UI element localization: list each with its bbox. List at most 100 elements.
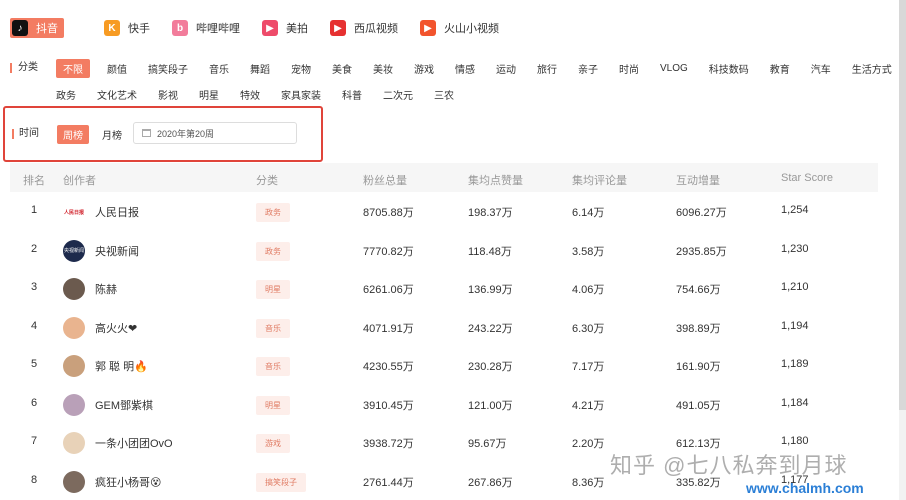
avg-likes: 198.37万: [468, 207, 513, 219]
category-item[interactable]: 汽车: [811, 61, 831, 76]
category-item[interactable]: 亲子: [578, 61, 598, 76]
avg-likes: 121.00万: [468, 399, 513, 412]
platform-tab-douyin[interactable]: ♪ 抖音: [10, 18, 64, 38]
table-row[interactable]: 3 陈赫 明星 6261.06万 136.99万 4.06万 754.66万 1,210: [10, 270, 878, 308]
creator-avatar[interactable]: [63, 278, 85, 300]
category-badge: 明星: [256, 280, 290, 299]
category-item[interactable]: 时尚: [619, 61, 639, 76]
creator-name[interactable]: 央视新闻: [95, 243, 139, 259]
category-item[interactable]: 宠物: [291, 61, 311, 76]
platform-tab-kuaishou[interactable]: K 快手: [104, 20, 150, 36]
table-row[interactable]: 6 GEM鄧紫棋 明星 3910.45万 121.00万 4.21万 491.05万 1,18…: [10, 386, 878, 424]
creator-avatar[interactable]: 人民日报: [63, 201, 85, 223]
site-watermark: www.chalmh.com: [746, 480, 864, 496]
star-score: 1,194: [781, 319, 809, 332]
platform-label: 美拍: [286, 23, 308, 35]
header-avg-comments[interactable]: 集均评论量: [572, 172, 627, 188]
category-item[interactable]: 舞蹈: [250, 61, 270, 76]
creator-name[interactable]: GEM鄧紫棋: [95, 397, 153, 413]
category-badge: 政务: [256, 241, 290, 261]
platform-label: 西瓜视频: [354, 23, 398, 35]
star-score: 1,184: [781, 396, 809, 409]
avg-comments: 3.58万: [572, 245, 605, 258]
creator-avatar[interactable]: [63, 393, 85, 416]
creator-name[interactable]: 疯狂小杨哥😵: [95, 474, 161, 490]
table-row[interactable]: 2 央视新闻 央视新闻 政务 7770.82万 118.48万 3.58万 2935.85万 1…: [10, 232, 878, 270]
platform-tab-huoshan[interactable]: ▶ 火山小视频: [420, 20, 499, 36]
category-item[interactable]: 家具家装: [281, 87, 321, 102]
creator-avatar[interactable]: [63, 316, 85, 339]
category-item[interactable]: 科技数码: [709, 61, 749, 76]
category-item[interactable]: 运动: [496, 61, 516, 76]
category-item[interactable]: 教育: [770, 61, 790, 76]
scrollbar-thumb[interactable]: [899, 0, 906, 410]
category-item[interactable]: 不限: [56, 58, 90, 78]
category-item[interactable]: 情感: [455, 61, 475, 76]
interaction-growth: 161.90万: [676, 361, 721, 373]
header-avg-likes[interactable]: 集均点赞量: [468, 172, 523, 188]
interaction-growth: 754.66万: [676, 284, 721, 296]
category-item[interactable]: 政务: [56, 87, 76, 102]
category-item[interactable]: 音乐: [209, 61, 229, 76]
week-picker[interactable]: 2020年第20周: [133, 122, 297, 144]
table-row[interactable]: 1 人民日报 人民日报 政务 8705.88万 198.37万 6.14万 6096.27万 1…: [10, 193, 878, 231]
creator-name[interactable]: 陈赫: [95, 281, 117, 297]
table-row[interactable]: 5 郭 聪 明🔥 音乐 4230.55万 230.28万 7.17万 161.90万 1,18…: [10, 347, 878, 385]
category-badge: 明星: [256, 395, 290, 415]
creator-name[interactable]: 高火火❤: [95, 320, 137, 336]
fans-total: 3910.45万: [363, 399, 414, 412]
fans-total: 6261.06万: [363, 284, 414, 296]
category-item[interactable]: 二次元: [383, 87, 413, 102]
platform-tabs: ♪ 抖音 K 快手 b 哔哩哔哩 ▶ 美拍 ▶ 西瓜视频 ▶ 火山小视频: [10, 18, 521, 38]
star-score: 1,180: [781, 435, 809, 447]
platform-tab-xigua[interactable]: ▶ 西瓜视频: [330, 20, 398, 36]
rank-number: 2: [31, 242, 38, 255]
category-item[interactable]: 生活方式: [852, 61, 892, 76]
interaction-growth: 2935.85万: [676, 245, 727, 258]
category-item[interactable]: VLOG: [660, 63, 688, 74]
creator-name[interactable]: 郭 聪 明🔥: [95, 358, 148, 374]
category-item[interactable]: 特效: [240, 87, 260, 102]
category-title: 分类: [10, 63, 38, 73]
creator-avatar[interactable]: [63, 432, 85, 454]
platform-tab-bilibili[interactable]: b 哔哩哔哩: [172, 20, 240, 36]
category-item[interactable]: 美食: [332, 61, 352, 76]
avg-comments: 4.21万: [572, 399, 605, 412]
tab-monthly[interactable]: 月榜: [102, 127, 122, 142]
creator-avatar[interactable]: [63, 470, 85, 493]
creator-name[interactable]: 人民日报: [95, 204, 139, 220]
header-interaction-growth[interactable]: 互动增量: [676, 172, 720, 188]
table-row[interactable]: 4 高火火❤ 音乐 4071.91万 243.22万 6.30万 398.89万 1,194: [10, 309, 878, 347]
fans-total: 4071.91万: [363, 322, 414, 335]
category-item[interactable]: 美妆: [373, 61, 393, 76]
fans-total: 4230.55万: [363, 361, 414, 373]
week-picker-value: 2020年第20周: [157, 128, 215, 139]
platform-label: 火山小视频: [444, 23, 499, 35]
avg-comments: 7.17万: [572, 361, 605, 373]
platform-tab-meipai[interactable]: ▶ 美拍: [262, 20, 308, 36]
fans-total: 8705.88万: [363, 207, 414, 219]
creator-name[interactable]: 一条小团团OvO: [95, 435, 173, 451]
header-fans[interactable]: 粉丝总量: [363, 172, 407, 188]
interaction-growth: 6096.27万: [676, 207, 727, 219]
fans-total: 2761.44万: [363, 476, 414, 489]
avg-comments: 6.30万: [572, 322, 605, 335]
header-star-score[interactable]: Star Score: [781, 172, 833, 184]
category-item[interactable]: 三农: [434, 87, 454, 102]
category-item[interactable]: 影视: [158, 87, 178, 102]
platform-label: 快手: [128, 23, 150, 35]
creator-avatar[interactable]: 央视新闻: [63, 239, 85, 262]
category-item[interactable]: 颜值: [107, 61, 127, 76]
category-item[interactable]: 明星: [199, 87, 219, 102]
category-item[interactable]: 游戏: [414, 61, 434, 76]
tab-weekly[interactable]: 周榜: [57, 125, 89, 144]
header-category: 分类: [256, 175, 278, 187]
interaction-growth: 398.89万: [676, 322, 721, 335]
category-item[interactable]: 文化艺术: [97, 87, 137, 102]
rank-number: 3: [31, 281, 38, 293]
bilibili-icon: b: [172, 20, 188, 36]
category-item[interactable]: 搞笑段子: [148, 61, 188, 76]
category-item[interactable]: 旅行: [537, 61, 557, 76]
creator-avatar[interactable]: [63, 355, 85, 377]
category-item[interactable]: 科普: [342, 87, 362, 102]
